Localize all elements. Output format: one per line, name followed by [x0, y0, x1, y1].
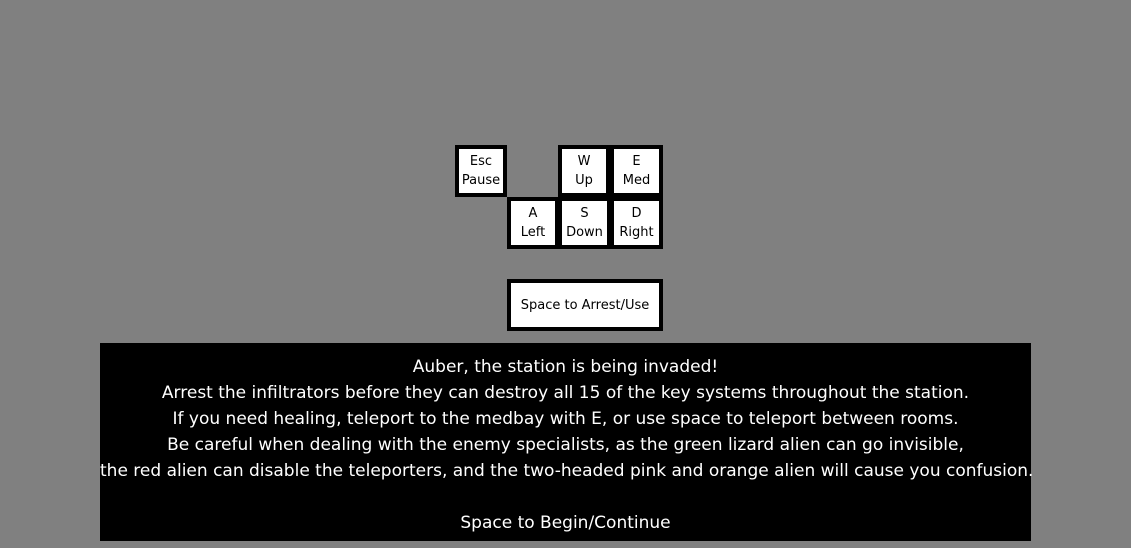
down-action-label: Down [566, 225, 603, 240]
space-key-label: Space to Arrest/Use [520, 297, 650, 313]
begin-continue-prompt[interactable]: Space to Begin/Continue [100, 510, 1031, 536]
d-key-label: D [631, 206, 642, 221]
w-key-label: W [577, 154, 591, 169]
w-up-key[interactable]: W Up [558, 145, 610, 197]
intro-line-specialists: Be careful when dealing with the enemy s… [167, 435, 964, 455]
intro-line-title: Auber, the station is being invaded! [412, 357, 719, 377]
e-key-label: E [632, 154, 641, 169]
intro-line-objective: Arrest the infiltrators before they can … [161, 383, 970, 403]
intro-message-panel: Auber, the station is being invaded! Arr… [100, 343, 1034, 541]
intro-line-specialists-cont: the red alien can disable the teleporter… [100, 461, 1034, 481]
pause-action-label: Pause [461, 173, 501, 188]
esc-pause-key[interactable]: Esc Pause [455, 145, 507, 197]
panel-spacer [100, 484, 1031, 510]
e-med-key[interactable]: E Med [610, 145, 663, 197]
med-action-label: Med [622, 173, 651, 188]
s-down-key[interactable]: S Down [558, 197, 611, 249]
esc-key-label: Esc [469, 154, 493, 169]
intro-line-healing: If you need healing, teleport to the med… [172, 409, 959, 429]
up-action-label: Up [575, 173, 593, 188]
s-key-label: S [580, 206, 589, 221]
a-left-key[interactable]: A Left [507, 197, 559, 249]
space-arrest-use-key[interactable]: Space to Arrest/Use [507, 279, 663, 331]
a-key-label: A [528, 206, 538, 221]
left-action-label: Left [520, 225, 546, 240]
right-action-label: Right [619, 225, 654, 240]
d-right-key[interactable]: D Right [610, 197, 663, 249]
